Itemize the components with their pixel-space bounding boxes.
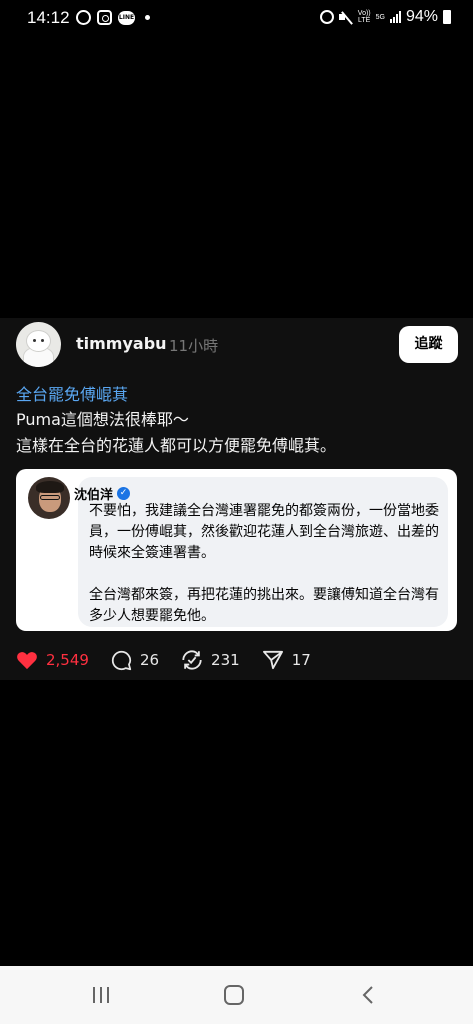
- quote-text: 不要怕，我建議全台灣連署罷免的都簽兩份，一份當地委員，一份傅崐萁，然後歡迎花蓮人…: [89, 503, 439, 624]
- repost-button[interactable]: 231: [181, 649, 240, 671]
- send-icon: [262, 650, 283, 670]
- follow-button[interactable]: 追蹤: [399, 326, 458, 363]
- like-button[interactable]: 2,549: [16, 650, 89, 670]
- heart-icon: [17, 652, 37, 670]
- recent-apps-icon[interactable]: [93, 987, 111, 1003]
- reply-button[interactable]: 26: [111, 650, 159, 671]
- back-icon[interactable]: [360, 986, 378, 1004]
- home-icon[interactable]: [224, 985, 244, 1005]
- reply-count: 26: [139, 651, 160, 669]
- repost-icon: [182, 650, 202, 670]
- notification-icons: LINE: [76, 10, 150, 25]
- system-icons: Vo)) LTE 5G 94%: [319, 8, 451, 26]
- post-username[interactable]: timmyabu: [76, 334, 167, 353]
- share-button[interactable]: 17: [262, 650, 311, 670]
- post-timestamp: 11小時: [169, 337, 219, 355]
- post-text-line: Puma這個想法很棒耶～: [16, 410, 189, 429]
- post-text-line: 這樣在全台的花蓮人都可以方便罷免傅崐萁。: [16, 436, 337, 455]
- chrome-icon: [76, 10, 91, 25]
- line-app-icon: LINE: [118, 10, 135, 25]
- status-bar: 14:12 LINE Vo)) LTE 5G 94%: [0, 0, 473, 36]
- status-time: 14:12: [27, 8, 70, 27]
- verified-badge-icon: ✓: [117, 487, 131, 500]
- mute-icon: [338, 11, 353, 23]
- volte-indicator: Vo)) LTE: [357, 10, 371, 24]
- network-5g-indicator: 5G: [375, 13, 385, 21]
- battery-percent: 94%: [405, 8, 438, 25]
- instagram-icon: [97, 10, 112, 25]
- post-body: Puma這個想法很棒耶～ 這樣在全台的花蓮人都可以方便罷免傅崐萁。: [16, 407, 456, 459]
- like-count: 2,549: [46, 651, 89, 669]
- share-count: 17: [291, 651, 311, 669]
- topic-tag[interactable]: 全台罷免傅崐萁: [16, 381, 128, 405]
- alarm-icon: [319, 10, 334, 24]
- repost-count: 231: [211, 651, 240, 669]
- post-actions: 2,549 26 231 17: [16, 648, 333, 672]
- quote-author-avatar: [28, 477, 70, 519]
- comment-icon: [111, 650, 132, 670]
- user-avatar[interactable]: [16, 322, 61, 367]
- more-notifications-icon: [145, 15, 150, 20]
- signal-icon: [389, 11, 401, 23]
- battery-icon: [443, 10, 451, 24]
